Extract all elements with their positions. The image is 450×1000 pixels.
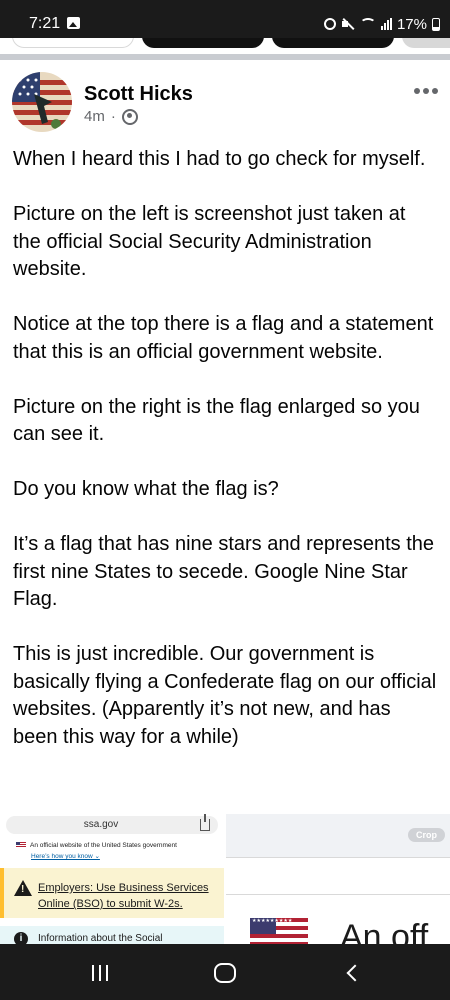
system-nav-bar bbox=[0, 944, 450, 1000]
post-paragraph: Picture on the right is the flag enlarge… bbox=[13, 395, 420, 446]
share-icon bbox=[200, 814, 210, 831]
post-time[interactable]: 4m bbox=[84, 108, 105, 125]
gallery-icon bbox=[67, 17, 80, 29]
gov-banner-text: An official website of the United States… bbox=[30, 842, 177, 849]
alert-banner: Employers: Use Business Services Online … bbox=[0, 868, 224, 918]
info-banner: i Information about the Social bbox=[0, 926, 224, 944]
signal-icon bbox=[380, 18, 392, 30]
battery-percent: 17% bbox=[396, 15, 427, 33]
story-chip-strip bbox=[0, 38, 450, 54]
chip[interactable] bbox=[272, 38, 394, 48]
chip[interactable] bbox=[12, 38, 134, 48]
url-text: ssa.gov bbox=[83, 819, 119, 830]
post-paragraph: When I heard this I had to go check for … bbox=[13, 148, 426, 170]
post-paragraph: Notice at the top there is a flag and a … bbox=[13, 313, 434, 363]
avatar-flag-image bbox=[12, 72, 72, 132]
chip[interactable] bbox=[142, 38, 264, 48]
us-flag-icon bbox=[16, 842, 26, 849]
post-author[interactable]: Scott Hicks bbox=[84, 83, 193, 106]
globe-icon bbox=[121, 108, 138, 125]
info-text: Information about the Social bbox=[38, 933, 163, 944]
nine-star-flag-image: ★★★★★★★★★ bbox=[250, 918, 308, 944]
crop-label: Crop bbox=[408, 828, 445, 842]
crop-toolbar: Crop bbox=[226, 814, 450, 858]
info-icon: i bbox=[14, 932, 28, 944]
chip[interactable] bbox=[402, 38, 450, 48]
post-image-right[interactable]: Crop ★★★★★★★★★ An off bbox=[226, 814, 450, 944]
status-time: 7:21 bbox=[29, 15, 61, 32]
post-image-left[interactable]: ssa.gov An official website of the Unite… bbox=[0, 814, 224, 944]
avatar[interactable] bbox=[12, 72, 72, 132]
battery-icon bbox=[432, 17, 440, 31]
home-button[interactable] bbox=[214, 963, 236, 983]
warning-icon bbox=[14, 880, 32, 896]
gov-banner: An official website of the United States… bbox=[16, 842, 177, 849]
back-button[interactable] bbox=[344, 962, 366, 984]
mute-icon bbox=[341, 17, 355, 31]
post-body: When I heard this I had to go check for … bbox=[13, 146, 438, 779]
post-paragraph: It’s a flag that has nine stars and repr… bbox=[13, 533, 434, 610]
wifi-icon bbox=[359, 18, 376, 30]
post-paragraph: Do you know what the flag is? bbox=[13, 478, 279, 500]
flag-stars: ★★★★★★★★★ bbox=[252, 918, 293, 924]
post-meta: 4m · bbox=[84, 108, 138, 125]
browser-url-bar: ssa.gov bbox=[6, 814, 218, 834]
post-paragraph: Picture on the left is screenshot just t… bbox=[13, 203, 406, 280]
recent-apps-button[interactable] bbox=[89, 962, 111, 984]
heres-how-you-know-link: Here’s how you know ⌄ bbox=[31, 853, 100, 860]
feed-divider bbox=[0, 54, 450, 60]
enlarged-banner-text: An off bbox=[340, 918, 429, 944]
alarm-icon bbox=[323, 18, 336, 30]
meta-separator: · bbox=[110, 108, 116, 125]
post-paragraph: This is just incredible. Our government … bbox=[13, 643, 437, 748]
alert-text: Employers: Use Business Services Online … bbox=[38, 882, 209, 910]
status-bar: 7:21 17% bbox=[0, 0, 450, 38]
more-options-button[interactable] bbox=[414, 88, 438, 94]
status-icons: 17% bbox=[323, 14, 440, 34]
divider bbox=[226, 894, 450, 895]
